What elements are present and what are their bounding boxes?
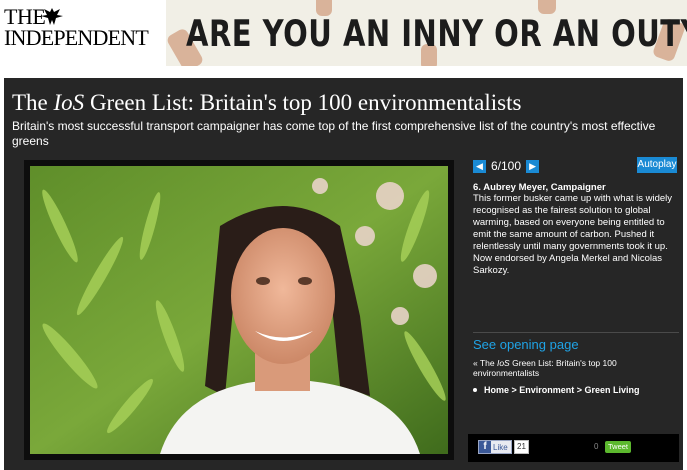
next-button[interactable]: ▶ [526,159,540,173]
arrow-left-icon: ◀ [476,160,483,171]
see-opening-page-link[interactable]: See opening page [473,337,579,352]
title-suffix: Green List: Britain's top 100 environmen… [84,90,522,115]
page-title: The IoS Green List: Britain's top 100 en… [12,90,521,116]
like-count: 21 [514,440,529,454]
like-label: Like [493,442,508,452]
person-caption: 6. Aubrey Meyer, Campaigner [473,182,606,193]
banner-headline: ARE YOU AN INNY OR AN OUTY? [186,12,687,55]
gallery-panel: The IoS Green List: Britain's top 100 en… [4,78,683,470]
back-prefix: « The [473,358,497,368]
eagle-icon [41,8,63,25]
tweet-button[interactable]: Tweet [605,441,632,453]
breadcrumb[interactable]: Home > Environment > Green Living [473,385,640,395]
gallery-nav: ◀ 6/100 ▶ [473,158,540,174]
breadcrumb-text: Home > Environment > Green Living [484,385,640,395]
back-to-list-link[interactable]: « The IoS Green List: Britain's top 100 … [473,358,673,378]
person-description: This former busker came up with what is … [473,193,673,276]
site-header: THE INDEPENDENT ARE YOU AN INNY OR AN OU… [0,0,687,68]
independent-logo[interactable]: THE INDEPENDENT [4,4,162,50]
gallery-photo[interactable] [24,160,454,460]
title-prefix: The [12,90,54,115]
back-italic: IoS [496,358,510,368]
title-italic: IoS [53,90,85,115]
logo-line-2: INDEPENDENT [4,25,149,50]
page-subtitle: Britain's most successful transport camp… [12,119,656,148]
divider [473,332,679,333]
logo-line-1: THE [4,4,46,29]
bullet-icon [473,388,477,392]
slide-counter: 6/100 [491,159,522,173]
facebook-like-button[interactable]: f Like [478,440,512,454]
facebook-icon: f [479,441,491,453]
arrow-right-icon: ▶ [529,160,536,171]
prev-button[interactable]: ◀ [473,159,486,173]
autoplay-button[interactable]: Autoplay [637,157,677,173]
portrait-image [30,166,448,454]
tweet-count: 0 [594,442,599,451]
social-bar: f Like 21 0 Tweet [468,434,679,462]
advert-banner[interactable]: ARE YOU AN INNY OR AN OUTY? [166,0,687,66]
